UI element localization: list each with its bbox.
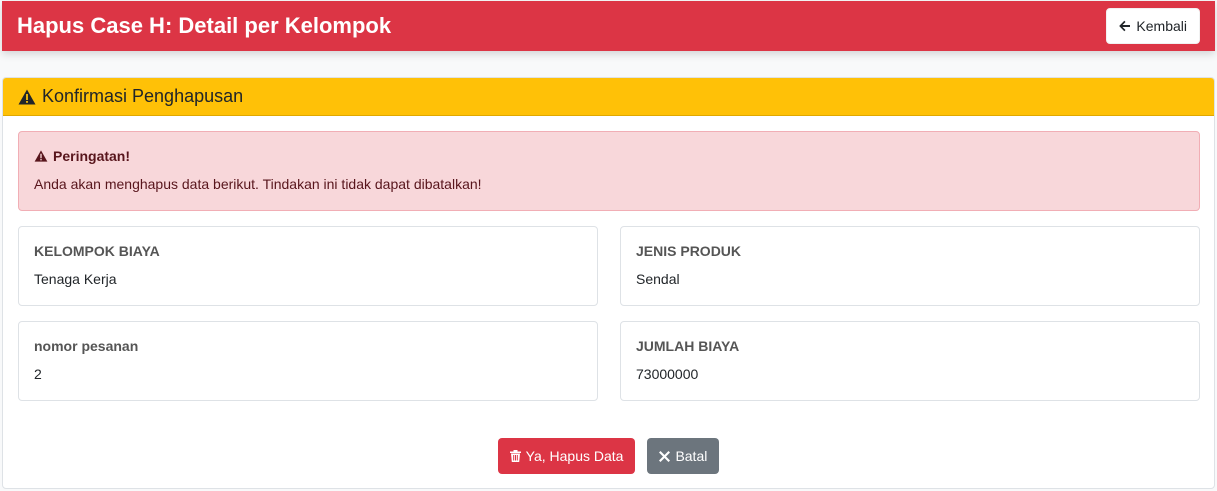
warning-triangle-icon — [34, 150, 48, 162]
field-jumlah-biaya: JUMLAH BIAYA 73000000 — [620, 321, 1200, 401]
arrow-left-icon — [1119, 20, 1131, 32]
card-header: Konfirmasi Penghapusan — [3, 78, 1214, 116]
action-buttons: Ya, Hapus Data Batal — [3, 438, 1214, 474]
field-label: KELOMPOK BIAYA — [34, 243, 160, 259]
trash-icon — [509, 450, 521, 462]
field-value: Tenaga Kerja — [34, 271, 117, 287]
delete-button[interactable]: Ya, Hapus Data — [497, 438, 636, 474]
confirmation-card: Konfirmasi Penghapusan Peringatan! Anda … — [2, 77, 1215, 489]
field-value: 73000000 — [636, 366, 699, 382]
field-label: nomor pesanan — [34, 338, 139, 354]
warning-alert: Peringatan! Anda akan menghapus data ber… — [18, 131, 1200, 211]
page-title: Hapus Case H: Detail per Kelompok — [17, 13, 392, 38]
alert-message: Anda akan menghapus data berikut. Tindak… — [34, 176, 482, 192]
page-header: Hapus Case H: Detail per Kelompok Kembal… — [2, 1, 1215, 51]
times-icon — [659, 450, 671, 462]
field-value: Sendal — [636, 271, 680, 287]
card-title: Konfirmasi Penghapusan — [42, 86, 244, 106]
delete-button-label: Ya, Hapus Data — [525, 448, 624, 464]
back-button-label: Kembali — [1136, 18, 1187, 34]
back-button[interactable]: Kembali — [1106, 8, 1200, 44]
field-kelompok-biaya: KELOMPOK BIAYA Tenaga Kerja — [18, 226, 598, 306]
warning-triangle-icon — [18, 89, 36, 105]
cancel-button[interactable]: Batal — [647, 438, 720, 474]
field-value: 2 — [34, 366, 42, 382]
cancel-button-label: Batal — [675, 448, 708, 464]
field-nomor-pesanan: nomor pesanan 2 — [18, 321, 598, 401]
field-label: JUMLAH BIAYA — [636, 338, 740, 354]
field-jenis-produk: JENIS PRODUK Sendal — [620, 226, 1200, 306]
field-label: JENIS PRODUK — [636, 243, 742, 259]
alert-title: Peringatan! — [53, 148, 131, 164]
